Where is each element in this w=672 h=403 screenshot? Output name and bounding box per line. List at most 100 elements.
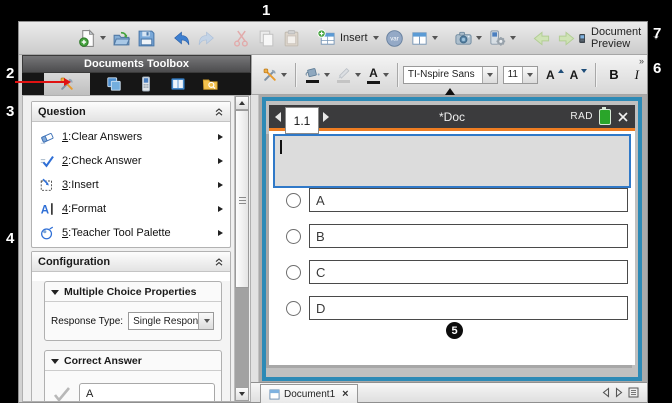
increase-font-button[interactable]: A <box>543 62 567 88</box>
response-type-select[interactable]: Single Respon... <box>128 312 214 330</box>
radio-button[interactable] <box>286 193 301 208</box>
document-list-icon[interactable] <box>628 387 639 398</box>
insert-button[interactable]: Insert <box>314 25 382 51</box>
tab-content-explorer[interactable] <box>170 76 186 92</box>
close-tab-button[interactable]: × <box>342 388 348 400</box>
pages-icon <box>106 76 122 92</box>
page-layout-icon <box>410 29 429 48</box>
radio-button[interactable] <box>286 301 301 316</box>
question-panel-header[interactable]: Question <box>32 102 230 122</box>
page-layout-button[interactable] <box>407 25 441 51</box>
new-document-button[interactable] <box>75 25 109 51</box>
menu-item-format[interactable]: A 4:Format <box>32 197 230 221</box>
previous-document-icon[interactable] <box>602 387 610 398</box>
bold-label: B <box>604 67 623 82</box>
var-icon: var <box>385 29 404 48</box>
configuration-body: Multiple Choice Properties Response Type… <box>32 281 230 402</box>
fill-color-button[interactable] <box>301 62 333 88</box>
text-color-button[interactable]: A <box>364 62 392 88</box>
answer-text-box[interactable]: D <box>309 296 628 320</box>
answer-row: C <box>269 254 635 290</box>
pen-icon <box>336 66 352 83</box>
font-size-value: 11 <box>504 69 522 80</box>
handheld-setup-button[interactable] <box>485 25 519 51</box>
tab-page-sorter[interactable] <box>106 76 122 92</box>
font-family-select[interactable]: TI-Nspire Sans <box>403 66 498 84</box>
documents-toolbox-header: Documents Toolbox <box>22 55 251 95</box>
next-document-icon[interactable] <box>615 387 623 398</box>
radio-button[interactable] <box>286 265 301 280</box>
font-size-select[interactable]: 11 <box>503 66 538 84</box>
paste-button[interactable] <box>279 25 304 51</box>
menu-item-clear-answers[interactable]: 1:Clear Answers <box>32 125 230 149</box>
answer-row: B <box>269 218 635 254</box>
response-type-dropdown-button[interactable] <box>198 313 213 329</box>
cut-button[interactable] <box>229 25 254 51</box>
camera-icon <box>454 29 473 48</box>
answer-row: A <box>269 182 635 218</box>
close-page-icon[interactable] <box>617 111 629 123</box>
menu-item-check-answer[interactable]: 2:Check Answer <box>32 149 230 173</box>
response-type-row: Response Type: Single Respon... <box>45 302 221 340</box>
answer-text-box[interactable]: A <box>309 188 628 212</box>
multiple-choice-properties-header[interactable]: Multiple Choice Properties <box>45 282 221 302</box>
submenu-arrow-icon <box>218 134 223 140</box>
chevron-down-icon <box>510 36 516 40</box>
insert-selection-icon <box>39 177 55 193</box>
menu-item-teacher-tool-palette[interactable]: 5:Teacher Tool Palette <box>32 221 230 245</box>
toolbox-scrollbar[interactable] <box>234 96 249 401</box>
page-tab[interactable]: 1.1 <box>285 107 319 134</box>
document-tools-button[interactable] <box>259 62 290 88</box>
answer-text-box[interactable]: B <box>309 224 628 248</box>
menu-item-insert[interactable]: 3:Insert <box>32 173 230 197</box>
tab-handheld[interactable] <box>138 76 154 92</box>
collapse-chevron-icon[interactable] <box>214 257 224 267</box>
redo-icon <box>197 29 216 48</box>
question-text-box[interactable] <box>273 134 631 188</box>
redo-button[interactable] <box>194 25 219 51</box>
callout-3: 3 <box>6 103 14 120</box>
back-button[interactable] <box>529 25 554 51</box>
font-family-dropdown-button[interactable] <box>482 67 497 83</box>
callout-5: 5 <box>446 322 463 339</box>
decrease-font-button[interactable]: A <box>567 62 591 88</box>
insert-page-icon <box>317 29 336 48</box>
copy-button[interactable] <box>254 25 279 51</box>
bold-button[interactable]: B <box>601 62 626 88</box>
correct-answer-input[interactable]: A <box>79 383 215 402</box>
undo-button[interactable] <box>169 25 194 51</box>
chevron-down-icon <box>355 73 361 77</box>
toolbar-overflow-button[interactable]: » <box>639 56 644 66</box>
scissors-icon <box>232 29 251 48</box>
document-preview-button[interactable]: Document Preview <box>579 26 659 50</box>
question-menu: 1:Clear Answers 2:Check Answer <box>32 122 230 247</box>
screen-capture-button[interactable] <box>451 25 485 51</box>
copy-icon <box>257 29 276 48</box>
document-tab-label: Document1 <box>284 389 335 400</box>
open-document-button[interactable] <box>109 25 134 51</box>
correct-answer-header[interactable]: Correct Answer <box>45 351 221 371</box>
tab-utilities[interactable] <box>202 76 218 92</box>
back-arrow-icon <box>532 29 551 48</box>
question-panel: Question 1:Clear An <box>31 101 231 248</box>
configuration-panel-header[interactable]: Configuration <box>32 252 230 272</box>
line-color-button[interactable] <box>333 62 364 88</box>
multiple-choice-properties-group: Multiple Choice Properties Response Type… <box>44 281 222 341</box>
configuration-panel: Configuration Multiple Choice Properties… <box>31 251 231 402</box>
document-tab[interactable]: Document1 × <box>260 384 358 403</box>
callout-1: 1 <box>262 2 270 19</box>
chevron-down-icon <box>204 319 210 323</box>
scroll-up-button[interactable] <box>235 96 249 110</box>
answer-text-box[interactable]: C <box>309 260 628 284</box>
chevron-down-icon <box>100 36 106 40</box>
forward-button[interactable] <box>554 25 579 51</box>
toolbar-collapse-arrow[interactable] <box>445 88 455 95</box>
scrollbar-thumb[interactable] <box>235 110 249 288</box>
radio-button[interactable] <box>286 229 301 244</box>
collapse-chevron-icon[interactable] <box>214 107 224 117</box>
variables-button[interactable]: var <box>382 25 407 51</box>
save-document-button[interactable] <box>134 25 159 51</box>
open-folder-icon <box>112 29 131 48</box>
scroll-down-button[interactable] <box>235 387 249 401</box>
font-size-dropdown-button[interactable] <box>522 67 537 83</box>
